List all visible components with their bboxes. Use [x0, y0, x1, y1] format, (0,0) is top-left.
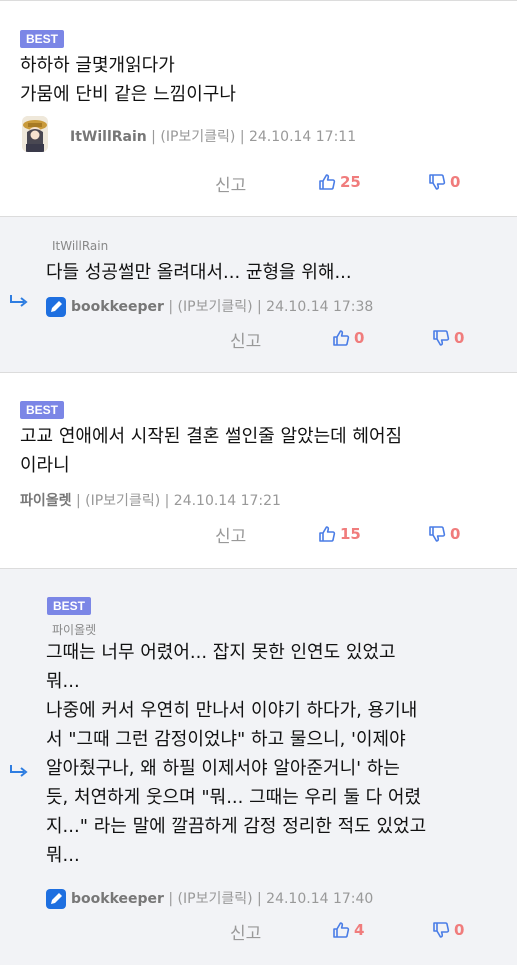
- dislike-button[interactable]: 0: [428, 525, 460, 543]
- like-count: 25: [340, 173, 361, 191]
- best-badge: BEST: [20, 401, 65, 419]
- meta-info[interactable]: | (IP보기클릭) | 24.10.14 17:38: [164, 299, 373, 315]
- pencil-icon: [46, 889, 66, 909]
- best-badge: BEST: [47, 597, 92, 615]
- reply-text: 그때는 너무 어렸어... 잡지 못한 인연도 있었고 뭐... 나중에 커서 …: [46, 642, 427, 866]
- parent-nickname: 파이올렛: [52, 623, 97, 637]
- thumb-up-icon: [319, 526, 336, 542]
- like-count: 0: [354, 329, 365, 347]
- reply-arrow-icon: [10, 765, 28, 777]
- like-button[interactable]: 15: [318, 525, 361, 543]
- dislike-count: 0: [454, 921, 465, 939]
- thumb-up-icon: [333, 330, 350, 346]
- reply-arrow-icon: [10, 295, 28, 307]
- comment-meta: ItWillRain | (IP보기클릭) | 24.10.14 17:11: [70, 127, 356, 147]
- meta-info[interactable]: | (IP보기클릭) | 24.10.14 17:21: [72, 493, 281, 509]
- avatar[interactable]: [22, 116, 48, 152]
- parent-nickname: ItWillRain: [52, 239, 109, 253]
- avatar-image: [22, 116, 48, 152]
- reply-text: 다들 성공썰만 올려대서... 균형을 위해...: [46, 262, 352, 283]
- dislike-count: 0: [450, 525, 461, 543]
- dislike-button[interactable]: 0: [432, 329, 464, 347]
- report-button[interactable]: 신고: [215, 171, 246, 196]
- comment-text: 고교 연애에서 시작된 결혼 썰인줄 알았는데 헤어짐 이라니: [20, 426, 403, 476]
- thumb-down-icon: [429, 174, 446, 190]
- meta-info[interactable]: | (IP보기클릭) | 24.10.14 17:11: [147, 129, 356, 145]
- thumb-down-icon: [433, 922, 450, 938]
- best-badge: BEST: [20, 30, 65, 48]
- nickname-link[interactable]: bookkeeper: [71, 891, 164, 907]
- comment-card: BEST 고교 연애에서 시작된 결혼 썰인줄 알았는데 헤어짐 이라니 파이올…: [0, 372, 517, 568]
- thumb-down-icon: [429, 526, 446, 542]
- like-button[interactable]: 4: [332, 921, 364, 939]
- reply-card: BEST 파이올렛 그때는 너무 어렸어... 잡지 못한 인연도 있었고 뭐.…: [0, 568, 517, 965]
- thumb-down-icon: [433, 330, 450, 346]
- like-count: 4: [354, 921, 365, 939]
- reply-card: ItWillRain 다들 성공썰만 올려대서... 균형을 위해... boo…: [0, 216, 517, 372]
- nickname-link[interactable]: ItWillRain: [70, 129, 147, 145]
- nickname-link[interactable]: 파이올렛: [20, 493, 72, 509]
- report-button[interactable]: 신고: [215, 522, 246, 547]
- reply-meta: bookkeeper | (IP보기클릭) | 24.10.14 17:40: [71, 889, 373, 909]
- report-button[interactable]: 신고: [230, 919, 261, 944]
- thumb-up-icon: [333, 922, 350, 938]
- pencil-icon: [46, 297, 66, 317]
- dislike-count: 0: [454, 329, 465, 347]
- like-button[interactable]: 0: [332, 329, 364, 347]
- dislike-button[interactable]: 0: [432, 921, 464, 939]
- like-button[interactable]: 25: [318, 173, 361, 191]
- meta-info[interactable]: | (IP보기클릭) | 24.10.14 17:40: [164, 891, 373, 907]
- report-button[interactable]: 신고: [230, 327, 261, 352]
- thumb-up-icon: [319, 174, 336, 190]
- nickname-link[interactable]: bookkeeper: [71, 299, 164, 315]
- like-count: 15: [340, 525, 361, 543]
- dislike-button[interactable]: 0: [428, 173, 460, 191]
- comment-meta: 파이올렛 | (IP보기클릭) | 24.10.14 17:21: [20, 491, 281, 511]
- dislike-count: 0: [450, 173, 461, 191]
- comment-text: 하하하 글몇개읽다가 가뭄에 단비 같은 느낌이구나: [20, 55, 236, 105]
- comment-card: BEST 하하하 글몇개읽다가 가뭄에 단비 같은 느낌이구나 ItWillRa…: [0, 0, 517, 216]
- reply-meta: bookkeeper | (IP보기클릭) | 24.10.14 17:38: [71, 297, 373, 317]
